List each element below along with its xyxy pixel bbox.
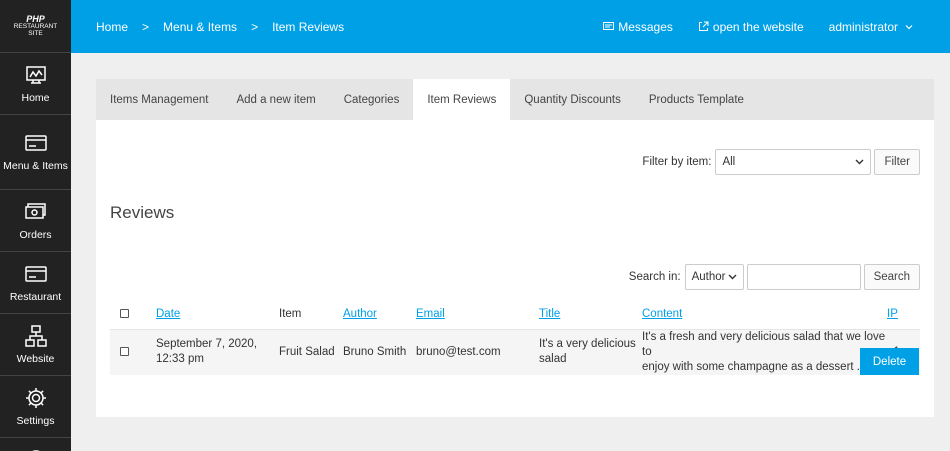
breadcrumb: Home > Menu & Items > Item Reviews bbox=[71, 20, 344, 34]
sidebar-item-website[interactable]: Website bbox=[0, 314, 71, 376]
tab-bar: Items Management Add a new item Categori… bbox=[96, 79, 934, 120]
sort-author-link[interactable]: Author bbox=[343, 308, 377, 320]
sidebar-item-label: Restaurant bbox=[9, 290, 62, 303]
open-website-label: open the website bbox=[712, 19, 804, 34]
reviews-table: Date Item Author Email Title Content IP … bbox=[110, 299, 920, 375]
messages-link[interactable]: Messages bbox=[603, 20, 673, 34]
tab-add-new-item[interactable]: Add a new item bbox=[222, 79, 329, 120]
tab-quantity-discounts[interactable]: Quantity Discounts bbox=[510, 79, 635, 120]
col-ip: IP bbox=[887, 299, 920, 330]
search-input[interactable] bbox=[746, 264, 861, 290]
sitemap-icon bbox=[24, 324, 47, 347]
sidebar-item-partial[interactable] bbox=[0, 438, 71, 451]
sidebar-item-label: Orders bbox=[19, 228, 52, 241]
dashboard-icon bbox=[25, 65, 46, 84]
search-field-value: Author bbox=[691, 271, 726, 283]
sort-ip-link[interactable]: IP bbox=[887, 308, 898, 320]
filter-item-select[interactable]: All bbox=[715, 149, 872, 175]
sidebar-item-orders[interactable]: Orders bbox=[0, 190, 71, 252]
select-all-checkbox[interactable] bbox=[120, 309, 129, 319]
search-field-select[interactable]: Author bbox=[684, 264, 744, 290]
col-content: Content bbox=[642, 299, 887, 330]
col-author: Author bbox=[343, 299, 416, 330]
reviews-panel: Filter by item: All Filter Reviews Searc… bbox=[96, 120, 934, 417]
row-checkbox[interactable] bbox=[120, 346, 129, 356]
user-menu[interactable]: administrator bbox=[829, 20, 915, 34]
sidebar-item-settings[interactable]: Settings bbox=[0, 376, 71, 438]
filter-button[interactable]: Filter bbox=[874, 149, 920, 175]
cell-date-line-2: 12:33 pm bbox=[156, 353, 204, 365]
col-email: Email bbox=[416, 299, 539, 330]
filter-label: Filter by item: bbox=[642, 156, 712, 168]
sort-title-link[interactable]: Title bbox=[539, 308, 560, 320]
sidebar-item-label: Home bbox=[21, 91, 50, 104]
cell-email: bruno@test.com bbox=[416, 329, 539, 375]
cell-date: September 7, 2020, 12:33 pm bbox=[156, 329, 279, 375]
logo-line-3: SITE bbox=[28, 29, 43, 37]
cell-content-line-1: It's a fresh and very delicious salad th… bbox=[642, 330, 886, 358]
cell-content: It's a fresh and very delicious salad th… bbox=[642, 329, 887, 375]
filter-item-value: All bbox=[722, 156, 736, 168]
cell-item: Fruit Salad bbox=[279, 329, 343, 375]
tab-item-reviews[interactable]: Item Reviews bbox=[413, 79, 511, 120]
table-row[interactable]: September 7, 2020, 12:33 pm Fruit Salad … bbox=[110, 329, 920, 375]
chevron-down-icon bbox=[728, 274, 737, 280]
card-icon bbox=[24, 135, 47, 151]
message-icon bbox=[603, 21, 615, 30]
col-title: Title bbox=[539, 299, 642, 330]
chevron-down-icon bbox=[855, 159, 864, 165]
cell-title-line-1: It's a very delicious bbox=[539, 338, 636, 350]
cell-content-line-2: enjoy with some champagne as a dessert .… bbox=[642, 360, 870, 373]
top-bar: Home > Menu & Items > Item Reviews Messa… bbox=[71, 0, 950, 53]
sidebar-item-home[interactable]: Home bbox=[0, 53, 71, 115]
external-link-icon bbox=[698, 21, 709, 31]
breadcrumb-separator: > bbox=[251, 19, 259, 34]
messages-label: Messages bbox=[618, 19, 673, 34]
sidebar-partial-icon bbox=[31, 450, 40, 451]
sidebar-item-label: Menu & Items bbox=[3, 160, 68, 172]
filter-row: Filter by item: All Filter bbox=[642, 149, 920, 175]
table-header-row: Date Item Author Email Title Content IP bbox=[110, 299, 920, 330]
cell-title-line-2: salad bbox=[539, 353, 567, 365]
sidebar-item-restaurant[interactable]: Restaurant bbox=[0, 252, 71, 314]
page-title: Reviews bbox=[110, 203, 175, 222]
search-label: Search in: bbox=[628, 271, 681, 283]
main-card: Items Management Add a new item Categori… bbox=[96, 79, 934, 417]
row-select-cell bbox=[110, 329, 156, 375]
user-name: administrator bbox=[828, 19, 898, 34]
search-button[interactable]: Search bbox=[863, 264, 920, 290]
breadcrumb-item-reviews[interactable]: Item Reviews bbox=[272, 20, 344, 34]
delete-button[interactable]: Delete bbox=[860, 348, 919, 375]
cell-title: It's a very delicious salad bbox=[539, 329, 642, 375]
sidebar-item-label: Settings bbox=[16, 414, 55, 427]
site-logo[interactable]: PHP RESTAURANT SITE bbox=[0, 0, 71, 53]
col-item: Item bbox=[279, 299, 343, 330]
tab-products-template[interactable]: Products Template bbox=[635, 79, 758, 120]
card-icon bbox=[24, 265, 47, 282]
search-row: Search in: Author Search bbox=[629, 264, 920, 290]
breadcrumb-menu-items[interactable]: Menu & Items bbox=[163, 20, 237, 34]
cell-date-line-1: September 7, 2020, bbox=[156, 338, 258, 350]
sidebar-item-menu-items[interactable]: Menu & Items bbox=[0, 115, 71, 190]
sort-content-link[interactable]: Content bbox=[642, 308, 682, 320]
sidebar-item-label: Website bbox=[16, 352, 55, 365]
sort-date-link[interactable]: Date bbox=[156, 308, 180, 320]
open-website-link[interactable]: open the website bbox=[698, 20, 804, 34]
sort-email-link[interactable]: Email bbox=[416, 308, 445, 320]
col-date: Date bbox=[156, 299, 279, 330]
tab-categories[interactable]: Categories bbox=[330, 79, 414, 120]
chevron-down-icon bbox=[905, 24, 913, 29]
cash-icon bbox=[24, 202, 46, 219]
breadcrumb-home[interactable]: Home bbox=[96, 20, 128, 34]
select-all-cell bbox=[110, 299, 156, 330]
breadcrumb-separator: > bbox=[142, 19, 150, 34]
cell-author: Bruno Smith bbox=[343, 329, 416, 375]
sidebar: PHP RESTAURANT SITE Home Menu & Items Or… bbox=[0, 0, 71, 451]
gear-icon bbox=[25, 387, 46, 408]
top-right-links: Messages open the website administrator bbox=[578, 20, 950, 34]
tab-items-management[interactable]: Items Management bbox=[96, 79, 222, 120]
